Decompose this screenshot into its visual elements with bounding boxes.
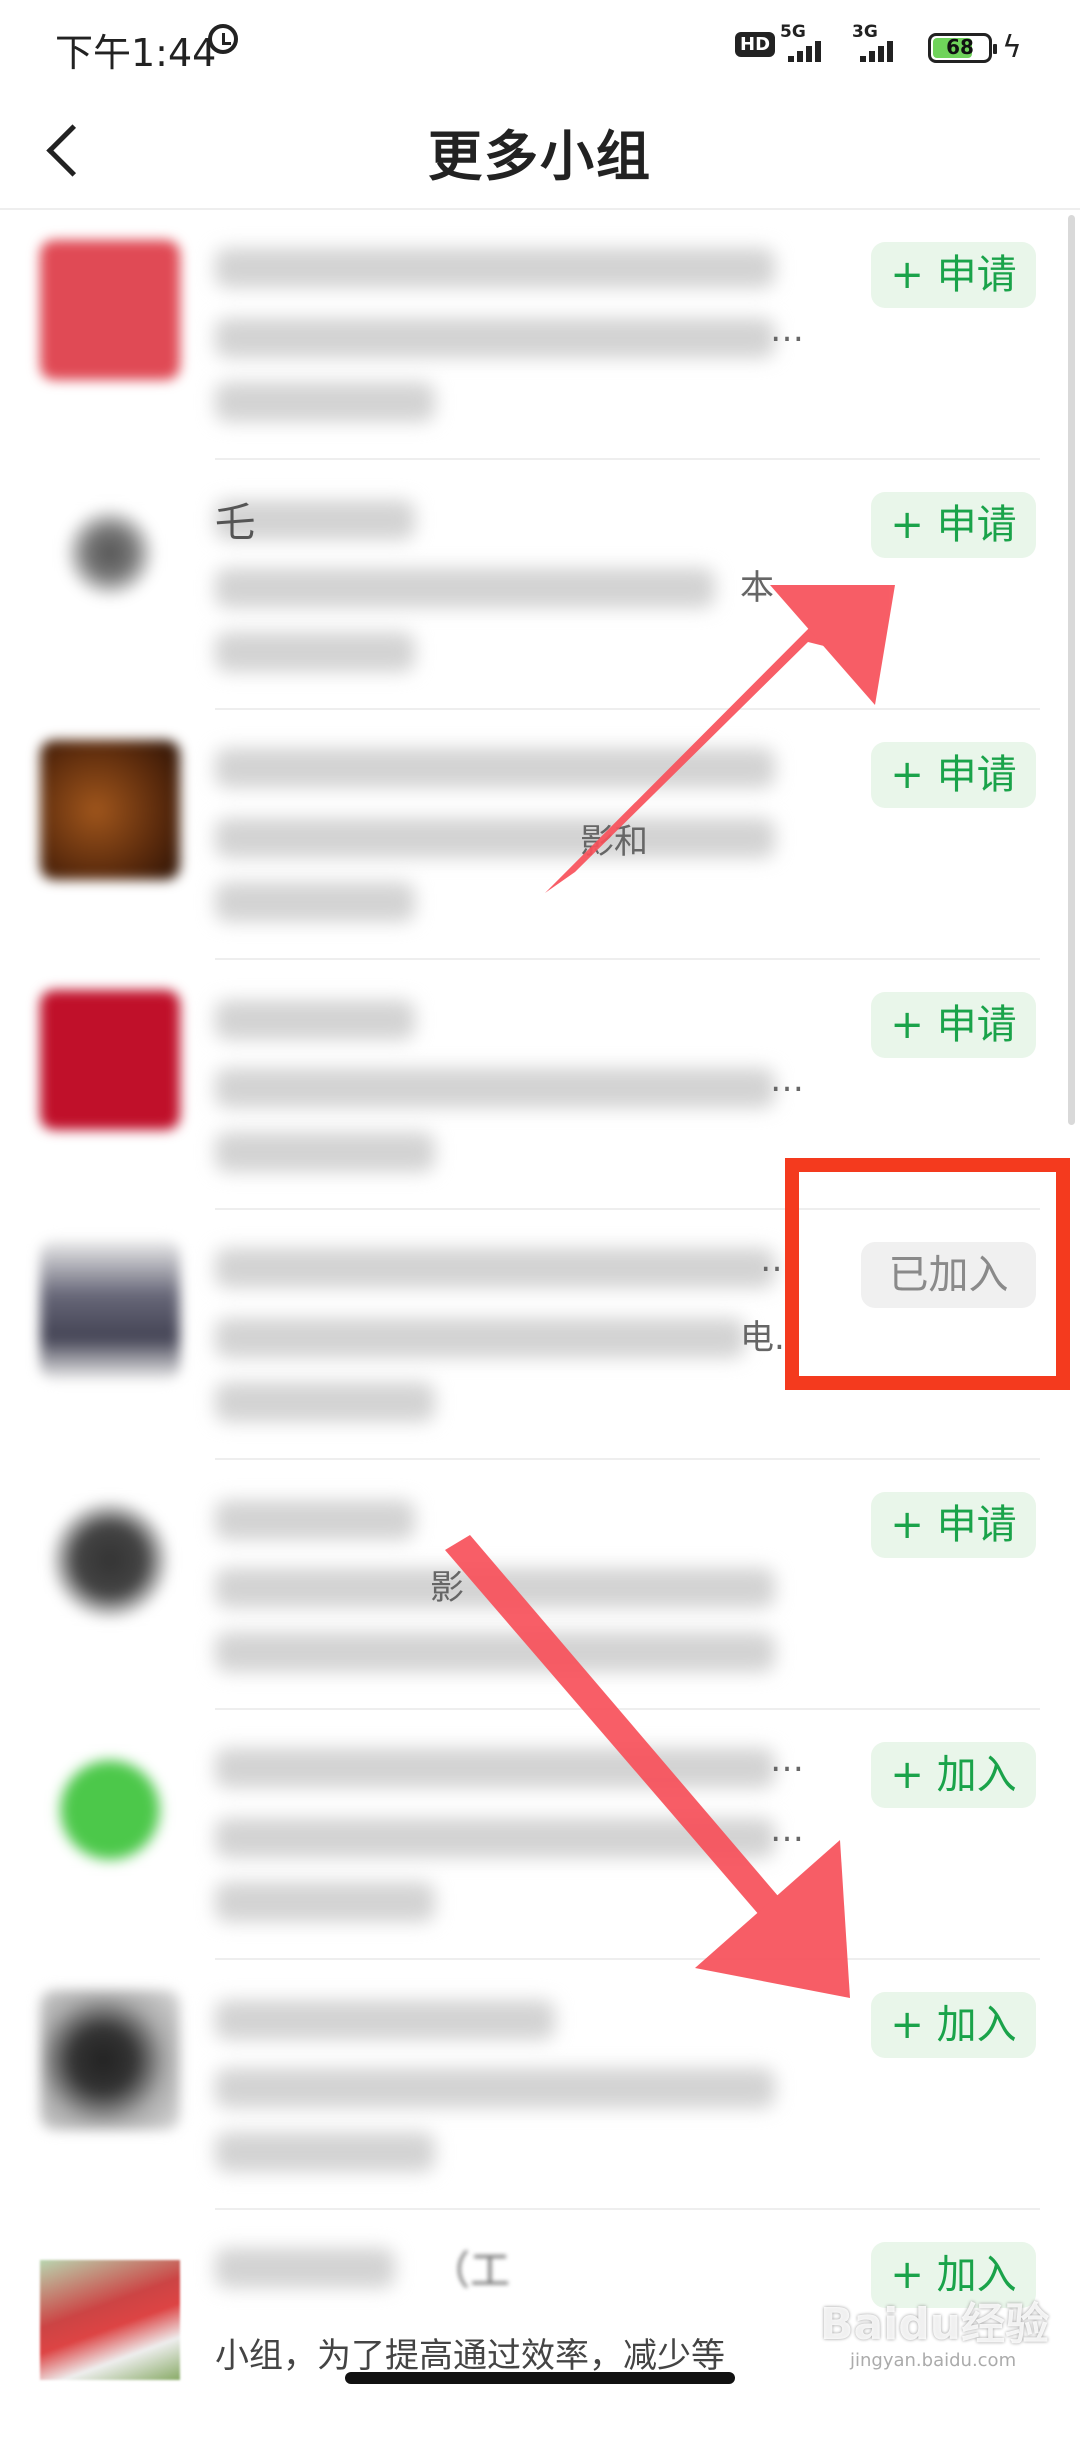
arrow-up-right xyxy=(545,585,895,893)
annotation-arrows xyxy=(445,585,895,1998)
watermark-logo: Baidu经验 xyxy=(820,2299,1050,2350)
arrow-down-right xyxy=(445,1535,850,1998)
watermark-url: jingyan.baidu.com xyxy=(850,2350,1017,2371)
home-indicator[interactable] xyxy=(345,2372,735,2384)
